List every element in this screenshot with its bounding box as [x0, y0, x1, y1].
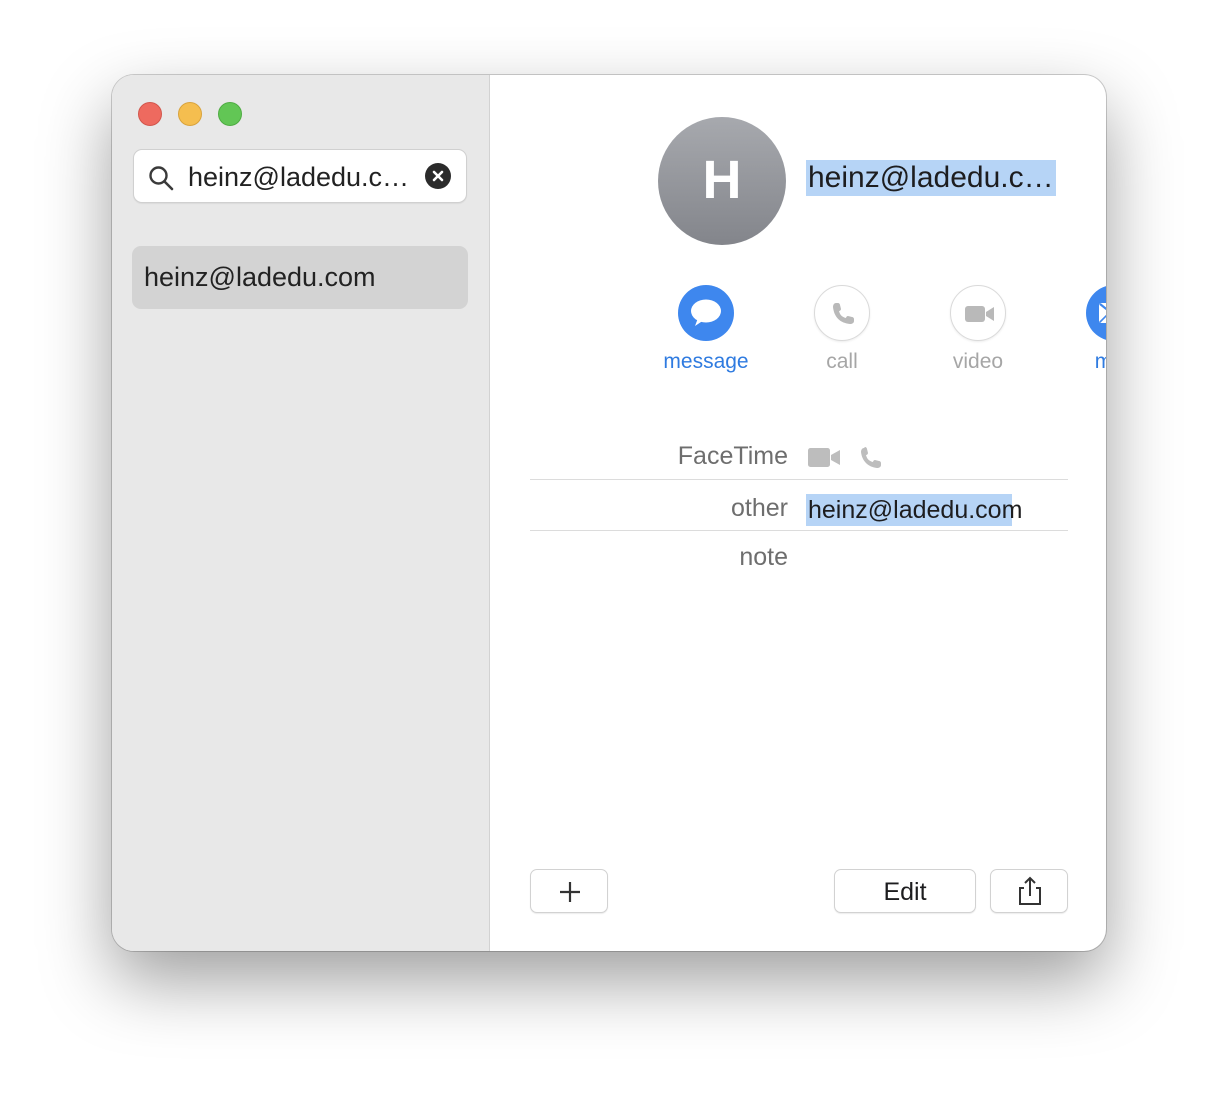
avatar: H [658, 117, 786, 245]
plus-icon [560, 882, 580, 902]
video-action-label: video [952, 350, 1004, 373]
minimize-window-button[interactable] [178, 102, 202, 126]
contact-detail-pane: H heinz@ladedu.c… message call video m F… [490, 75, 1106, 951]
facetime-label: FaceTime [677, 442, 788, 470]
search-input[interactable] [188, 158, 418, 196]
contact-list-item-label: heinz@ladedu.com [144, 262, 376, 292]
message-bubble-icon [678, 285, 734, 341]
contacts-window: heinz@ladedu.com H heinz@ladedu.c… messa… [112, 75, 1106, 951]
envelope-icon [1086, 285, 1106, 341]
note-label: note [739, 543, 788, 571]
search-icon [148, 165, 174, 191]
divider [530, 530, 1068, 531]
message-action-button[interactable]: message [651, 285, 761, 385]
close-window-button[interactable] [138, 102, 162, 126]
zoom-window-button[interactable] [218, 102, 242, 126]
facetime-buttons [808, 443, 898, 473]
contact-list-item[interactable]: heinz@ladedu.com [132, 246, 468, 309]
facetime-video-icon[interactable] [808, 443, 898, 473]
other-email-label: other [731, 494, 788, 522]
edit-button[interactable]: Edit [834, 869, 976, 913]
call-action-button[interactable]: call [787, 285, 897, 385]
call-action-label: call [826, 350, 858, 373]
clear-search-icon[interactable] [425, 163, 451, 189]
search-field[interactable] [133, 149, 467, 203]
video-action-button[interactable]: video [923, 285, 1033, 385]
mail-action-button[interactable]: mail [1059, 285, 1106, 385]
sidebar: heinz@ladedu.com [112, 75, 490, 951]
other-email-value[interactable]: heinz@ladedu.com [806, 494, 1023, 526]
edit-button-label: Edit [883, 878, 927, 906]
phone-icon [814, 285, 870, 341]
contact-name[interactable]: heinz@ladedu.c… [806, 160, 1056, 196]
share-icon [1019, 876, 1041, 905]
add-contact-button[interactable] [530, 869, 608, 913]
divider [530, 479, 1068, 480]
message-action-label: message [663, 350, 749, 373]
video-camera-icon [950, 285, 1006, 341]
mail-action-label: mail [1094, 350, 1106, 373]
avatar-initial: H [702, 150, 742, 210]
share-button[interactable] [990, 869, 1068, 913]
